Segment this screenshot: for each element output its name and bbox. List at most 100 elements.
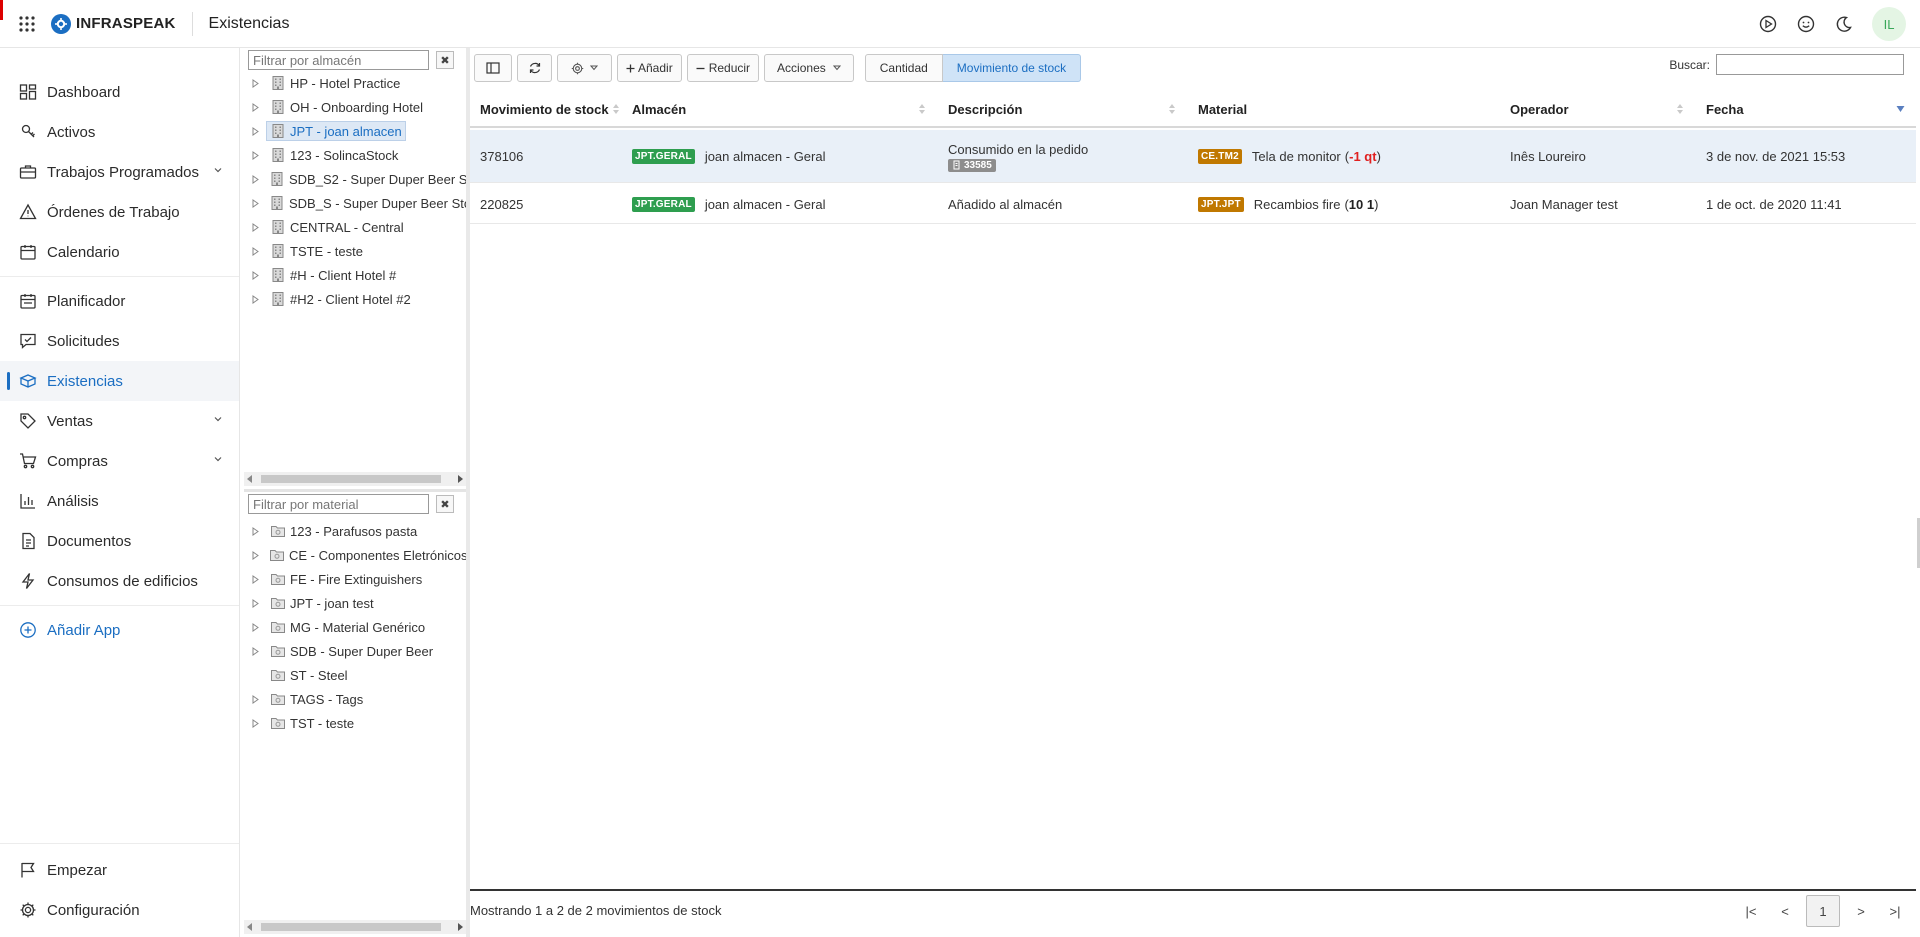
add-button[interactable]: Añadir — [617, 54, 682, 82]
material-tree-hscrollbar[interactable] — [244, 920, 466, 934]
column-header-material[interactable]: Material — [1188, 90, 1500, 128]
warehouse-tree-node[interactable]: 123 - SolincaStock — [244, 144, 466, 166]
sidebar-item-compras[interactable]: Compras — [0, 441, 239, 481]
expand-arrow-icon[interactable] — [252, 694, 260, 704]
edge-marker — [0, 0, 3, 20]
material-filter-input[interactable] — [248, 494, 429, 514]
expand-arrow-icon[interactable] — [252, 126, 260, 136]
sidebar-item-activos[interactable]: Activos — [0, 112, 239, 152]
sidebar-item-consumos-de-edificios[interactable]: Consumos de edificios — [0, 561, 239, 601]
sidebar-item-solicitudes[interactable]: Solicitudes — [0, 321, 239, 361]
warehouse-tree-node[interactable]: #H - Client Hotel # — [244, 264, 466, 286]
settings-dropdown-button[interactable] — [557, 54, 612, 82]
table-row[interactable]: 378106 JPT.GERAL joan almacen - Geral Co… — [470, 130, 1916, 183]
column-header-operador[interactable]: Operador — [1500, 90, 1696, 128]
apps-grid-icon[interactable] — [13, 10, 41, 38]
expand-arrow-icon[interactable] — [252, 78, 260, 88]
planner-icon — [18, 291, 38, 311]
play-circle-icon[interactable] — [1750, 6, 1786, 42]
tab-cantidad[interactable]: Cantidad — [864, 54, 943, 82]
chevron-down-icon — [213, 454, 223, 464]
search-input[interactable] — [1716, 54, 1904, 75]
sidebar-item-calendario[interactable]: Calendario — [0, 232, 239, 272]
sidebar-item-ordenes-de-trabajo[interactable]: Órdenes de Trabajo — [0, 192, 239, 232]
warehouse-tree-node[interactable]: #H2 - Client Hotel #2 — [244, 288, 466, 310]
stock-icon — [18, 371, 38, 391]
material-tree-node[interactable]: MG - Material Genérico — [244, 616, 466, 638]
material-tree-node[interactable]: TAGS - Tags — [244, 688, 466, 710]
expand-arrow-icon[interactable] — [252, 222, 260, 232]
sidebar-item-trabajos-programados[interactable]: Trabajos Programados — [0, 152, 239, 192]
tree-node-label: OH - Onboarding Hotel — [290, 99, 423, 115]
folder-icon — [270, 691, 286, 707]
expand-arrow-icon[interactable] — [252, 526, 260, 536]
material-tree-node[interactable]: 123 - Parafusos pasta — [244, 520, 466, 542]
current-page-button[interactable]: 1 — [1806, 895, 1840, 927]
first-page-button[interactable]: |< — [1734, 895, 1768, 927]
warehouse-tree-node[interactable]: TSTE - teste — [244, 240, 466, 262]
sidebar-item-add-app[interactable]: Añadir App — [0, 610, 239, 650]
column-header-almacen[interactable]: Almacén — [622, 90, 938, 128]
expand-arrow-icon[interactable] — [252, 294, 260, 304]
sidebar-item-empezar[interactable]: Empezar — [0, 850, 239, 890]
actions-dropdown-button[interactable]: Acciones — [764, 54, 854, 82]
expand-arrow-icon[interactable] — [252, 150, 260, 160]
table-row[interactable]: 220825 JPT.GERAL joan almacen - Geral Añ… — [470, 184, 1916, 224]
sidebar-item-analisis[interactable]: Análisis — [0, 481, 239, 521]
expand-arrow-icon[interactable] — [252, 646, 260, 656]
material-tree-node[interactable]: FE - Fire Extinguishers — [244, 568, 466, 590]
sidebar-item-ventas[interactable]: Ventas — [0, 401, 239, 441]
refresh-button[interactable] — [517, 54, 552, 82]
warehouse-tree-node[interactable]: CENTRAL - Central — [244, 216, 466, 238]
sidebar-item-planificador[interactable]: Planificador — [0, 281, 239, 321]
sidebar-item-dashboard[interactable]: Dashboard — [0, 72, 239, 112]
warehouse-tree-node[interactable]: SDB_S2 - Super Duper Beer Stock — [244, 168, 466, 190]
warehouse-filter-input[interactable] — [248, 50, 429, 70]
order-link[interactable]: 33585 — [948, 158, 996, 172]
expand-arrow-icon[interactable] — [252, 246, 260, 256]
tab-movimiento-de-stock[interactable]: Movimiento de stock — [942, 54, 1082, 82]
expand-arrow-icon[interactable] — [252, 550, 259, 560]
reduce-button[interactable]: Reducir — [686, 54, 760, 82]
warehouse-tree-hscrollbar[interactable] — [244, 472, 466, 486]
material-tree-node[interactable]: CE - Componentes Eletrónicos — [244, 544, 466, 566]
warehouse-tree-node[interactable]: OH - Onboarding Hotel — [244, 96, 466, 118]
expand-arrow-icon[interactable] — [252, 174, 259, 184]
expand-arrow-icon[interactable] — [252, 718, 260, 728]
last-page-button[interactable]: >| — [1878, 895, 1912, 927]
brand-logo[interactable]: INFRASPEAK — [51, 13, 176, 34]
column-header-descripcion[interactable]: Descripción — [938, 90, 1188, 128]
prev-page-button[interactable]: < — [1768, 895, 1802, 927]
column-header-fecha[interactable]: Fecha — [1696, 90, 1916, 128]
expand-arrow-icon[interactable] — [252, 102, 260, 112]
warehouse-filter-clear-button[interactable]: ✖ — [436, 51, 454, 69]
sidebar-item-documentos[interactable]: Documentos — [0, 521, 239, 561]
toggle-panel-button[interactable] — [474, 54, 512, 82]
warehouse-tree-node[interactable]: SDB_S - Super Duper Beer Stock — [244, 192, 466, 214]
material-tree-node[interactable]: JPT - joan test — [244, 592, 466, 614]
expand-arrow-icon[interactable] — [252, 270, 260, 280]
warehouse-tree-node[interactable]: HP - Hotel Practice — [244, 72, 466, 94]
sidebar-item-configuracion[interactable]: Configuración — [0, 890, 239, 930]
material-tree-node[interactable]: SDB - Super Duper Beer — [244, 640, 466, 662]
caret-down-icon — [590, 65, 598, 71]
material-filter-clear-button[interactable]: ✖ — [436, 495, 454, 513]
material-tree-node[interactable]: ST - Steel — [244, 664, 466, 686]
smiley-icon[interactable] — [1788, 6, 1824, 42]
cart-icon — [18, 451, 38, 471]
expand-arrow-icon[interactable] — [252, 598, 260, 608]
warehouse-tree-node[interactable]: JPT - joan almacen — [244, 120, 466, 142]
user-avatar[interactable]: IL — [1872, 7, 1906, 41]
sidebar-item-existencias[interactable]: Existencias — [0, 361, 239, 401]
sidebar-divider — [0, 843, 239, 844]
sidebar-item-label: Trabajos Programados — [47, 163, 200, 181]
expand-arrow-icon[interactable] — [252, 198, 259, 208]
expand-arrow-icon[interactable] — [252, 622, 260, 632]
material-tree-node[interactable]: TST - teste — [244, 712, 466, 734]
main-content: Añadir Reducir Acciones Cantidad Movimie… — [470, 48, 1920, 937]
next-page-button[interactable]: > — [1844, 895, 1878, 927]
expand-arrow-icon[interactable] — [252, 574, 260, 584]
moon-icon[interactable] — [1826, 6, 1862, 42]
column-header-movimiento[interactable]: Movimiento de stock — [470, 90, 620, 128]
warehouse-name: joan almacen - Geral — [704, 196, 826, 212]
